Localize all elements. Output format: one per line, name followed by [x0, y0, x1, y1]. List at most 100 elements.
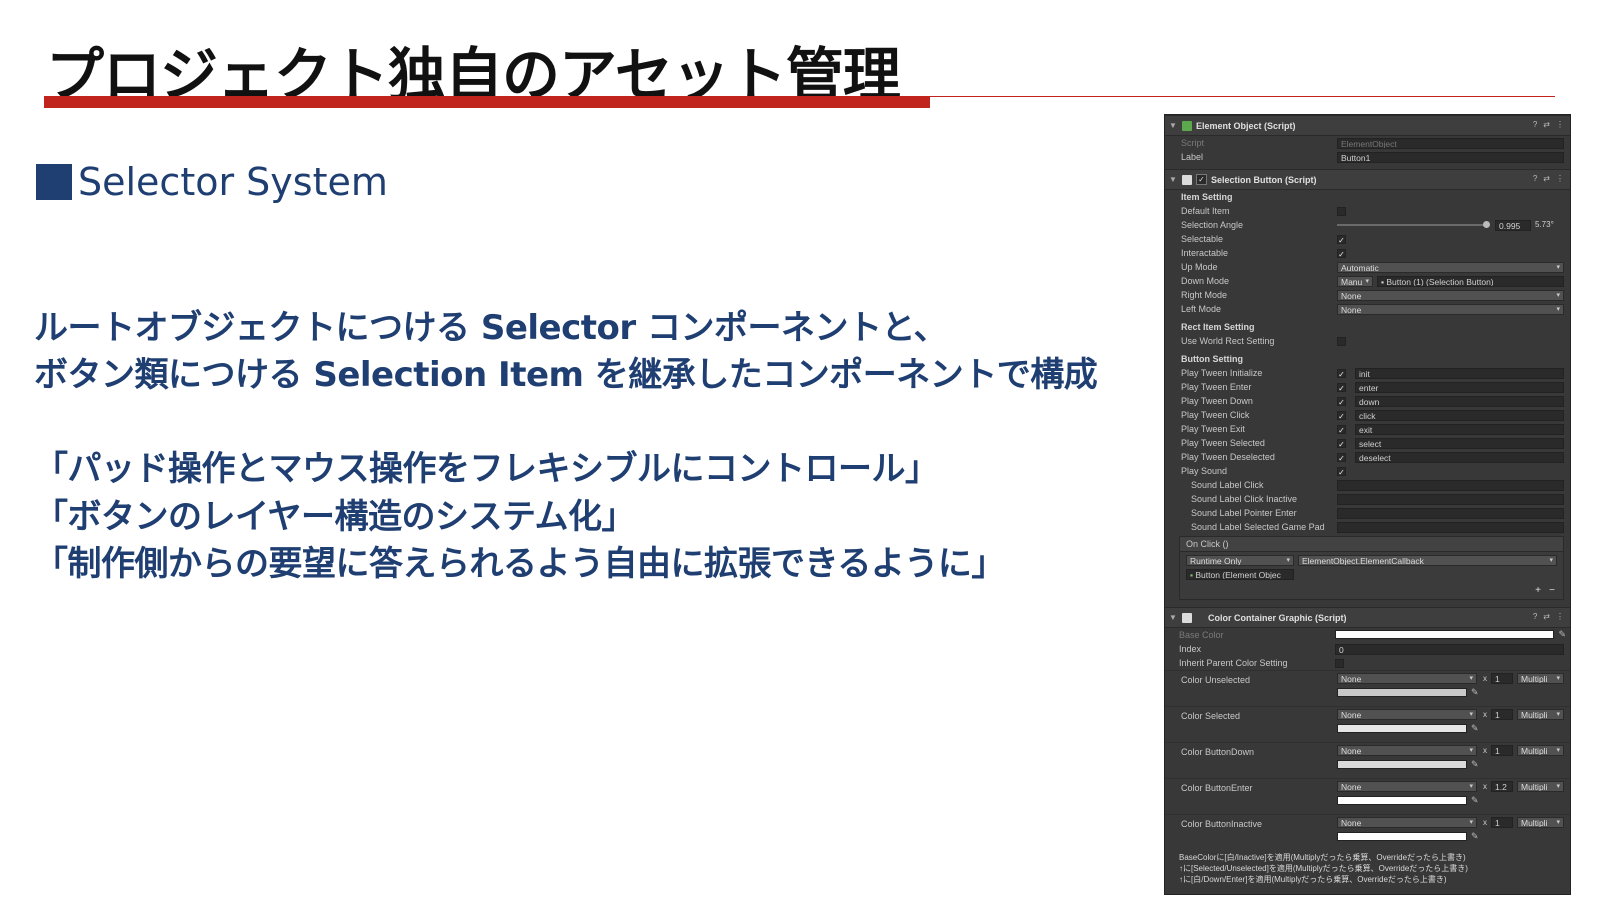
eyedropper-icon[interactable]: ✎ [1471, 759, 1479, 770]
down-mode-dropdown[interactable]: Manu ▾ [1337, 275, 1373, 287]
color-mode-dropdown[interactable]: None ▾ [1337, 709, 1477, 720]
blend-dropdown[interactable]: Multipli ▾ [1517, 781, 1564, 792]
callback-target-field[interactable]: ▪ Button (Element Objec [1186, 569, 1294, 580]
runtime-dropdown[interactable]: Runtime Only ▾ [1186, 555, 1294, 566]
enable-checkbox[interactable]: ✓ [1196, 174, 1207, 185]
fold-arrow-icon[interactable]: ▼ [1168, 175, 1178, 184]
tween-checkbox[interactable]: ✓ [1337, 452, 1346, 463]
help-icon[interactable]: ? [1533, 120, 1537, 129]
eyedropper-icon[interactable]: ✎ [1471, 687, 1479, 698]
rect-item-setting-section: Rect Item Setting [1165, 320, 1570, 334]
fold-arrow-icon[interactable]: ▼ [1168, 121, 1178, 130]
interactable-checkbox[interactable]: ✓ [1337, 248, 1346, 259]
right-mode-dropdown[interactable]: None ▾ [1337, 289, 1564, 301]
sound-label: Sound Label Pointer Enter [1191, 508, 1297, 518]
fold-arrow-icon[interactable]: ▼ [1168, 613, 1178, 622]
tween-checkbox[interactable]: ✓ [1337, 438, 1346, 449]
eyedropper-icon[interactable]: ✎ [1471, 831, 1479, 842]
tween-checkbox[interactable]: ✓ [1337, 382, 1346, 393]
tween-checkbox[interactable]: ✓ [1337, 396, 1346, 407]
down-mode-target-field[interactable]: ▪ Button (1) (Selection Button) [1377, 275, 1564, 287]
tween-input[interactable]: exit [1355, 423, 1564, 435]
blend-dropdown[interactable]: Multipli ▾ [1517, 817, 1564, 828]
inherit-checkbox[interactable] [1335, 658, 1344, 668]
color-swatch[interactable] [1337, 688, 1467, 697]
multiply-x: x [1483, 782, 1487, 791]
play-sound-row: Play Sound ✓ [1165, 464, 1570, 478]
label-input[interactable]: Button1 [1337, 151, 1564, 163]
left-mode-dropdown[interactable]: None ▾ [1337, 303, 1564, 315]
sound-input[interactable] [1337, 493, 1564, 505]
selection-angle-track[interactable] [1337, 224, 1487, 226]
help-icon[interactable]: ? [1533, 612, 1537, 621]
multiplier-input[interactable]: 1 [1491, 817, 1513, 828]
button-setting-section: Button Setting [1165, 352, 1570, 366]
up-mode-dropdown[interactable]: Automatic ▾ [1337, 261, 1564, 273]
multiplier-input[interactable]: 1.2 [1491, 781, 1513, 792]
index-label: Index [1179, 644, 1202, 654]
callback-dropdown[interactable]: ElementObject.ElementCallback ▾ [1298, 555, 1557, 566]
eyedropper-icon[interactable]: ✎ [1471, 723, 1479, 734]
multiplier-input[interactable]: 1 [1491, 709, 1513, 720]
multiplier-input[interactable]: 1 [1491, 673, 1513, 684]
tween-input[interactable]: select [1355, 437, 1564, 449]
chevron-down-icon: ▾ [1469, 747, 1473, 754]
up-mode-label: Up Mode [1181, 262, 1218, 272]
blend-dropdown[interactable]: Multipli ▾ [1517, 709, 1564, 720]
eyedropper-icon[interactable]: ✎ [1471, 795, 1479, 806]
sound-input[interactable] [1337, 507, 1564, 519]
blend-dropdown[interactable]: Multipli ▾ [1517, 673, 1564, 684]
interactable-row: Interactable ✓ [1165, 246, 1570, 260]
body-line-4: 「ボタンのレイヤー構造のシステム化」 [34, 497, 635, 537]
base-color-swatch[interactable] [1335, 630, 1554, 639]
color-mode-dropdown[interactable]: None ▾ [1337, 781, 1477, 792]
tween-checkbox[interactable]: ✓ [1337, 368, 1346, 379]
target-value: Button (1) (Selection Button) [1386, 276, 1494, 287]
multiplier-input[interactable]: 1 [1491, 745, 1513, 756]
color-swatch[interactable] [1337, 724, 1467, 733]
selectable-checkbox[interactable]: ✓ [1337, 234, 1346, 245]
blend-dropdown[interactable]: Multipli ▾ [1517, 745, 1564, 756]
sound-row: Sound Label Pointer Enter [1165, 506, 1570, 520]
tween-input[interactable]: init [1355, 367, 1564, 379]
color-label: Color Selected [1181, 711, 1241, 721]
color-mode-dropdown[interactable]: None ▾ [1337, 745, 1477, 756]
color-swatch[interactable] [1337, 832, 1467, 841]
tween-row: Play Tween Initialize ✓ init [1165, 366, 1570, 380]
remove-event-button[interactable]: − [1549, 585, 1555, 596]
default-item-row: Default Item [1165, 204, 1570, 218]
eyedropper-icon[interactable]: ✎ [1558, 629, 1566, 640]
sound-input[interactable] [1337, 479, 1564, 491]
use-world-rect-checkbox[interactable] [1337, 336, 1346, 346]
selection-button-header[interactable]: ▼ ✓ Selection Button (Script) ? ⇄ ⋮ [1165, 169, 1570, 190]
preset-icon[interactable]: ⇄ [1543, 612, 1550, 621]
menu-dots-icon[interactable]: ⋮ [1556, 174, 1564, 183]
selection-angle-input[interactable]: 0.995 [1495, 219, 1531, 231]
add-event-button[interactable]: + [1535, 585, 1541, 596]
tween-input[interactable]: click [1355, 409, 1564, 421]
sound-input[interactable] [1337, 521, 1564, 533]
default-item-checkbox[interactable] [1337, 206, 1346, 216]
menu-dots-icon[interactable]: ⋮ [1556, 120, 1564, 129]
color-mode-dropdown[interactable]: None ▾ [1337, 817, 1477, 828]
help-icon[interactable]: ? [1533, 174, 1537, 183]
dropdown-value: Manu [1341, 276, 1363, 287]
play-sound-checkbox[interactable]: ✓ [1337, 466, 1346, 477]
tween-checkbox[interactable]: ✓ [1337, 410, 1346, 421]
element-object-header[interactable]: ▼ Element Object (Script) ? ⇄ ⋮ [1165, 115, 1570, 136]
color-mode-dropdown[interactable]: None ▾ [1337, 673, 1477, 684]
inherit-label: Inherit Parent Color Setting [1179, 658, 1288, 668]
color-swatch[interactable] [1337, 760, 1467, 769]
tween-input[interactable]: down [1355, 395, 1564, 407]
selection-angle-handle[interactable] [1483, 221, 1490, 228]
menu-dots-icon[interactable]: ⋮ [1556, 612, 1564, 621]
index-input[interactable]: 0 [1335, 643, 1564, 655]
color-swatch[interactable] [1337, 796, 1467, 805]
tween-checkbox[interactable]: ✓ [1337, 424, 1346, 435]
tween-input[interactable]: deselect [1355, 451, 1564, 463]
preset-icon[interactable]: ⇄ [1543, 174, 1550, 183]
color-container-header[interactable]: ▼ Color Container Graphic (Script) ? ⇄ ⋮ [1165, 607, 1570, 628]
preset-icon[interactable]: ⇄ [1543, 120, 1550, 129]
chevron-down-icon: ▾ [1556, 305, 1560, 313]
tween-input[interactable]: enter [1355, 381, 1564, 393]
